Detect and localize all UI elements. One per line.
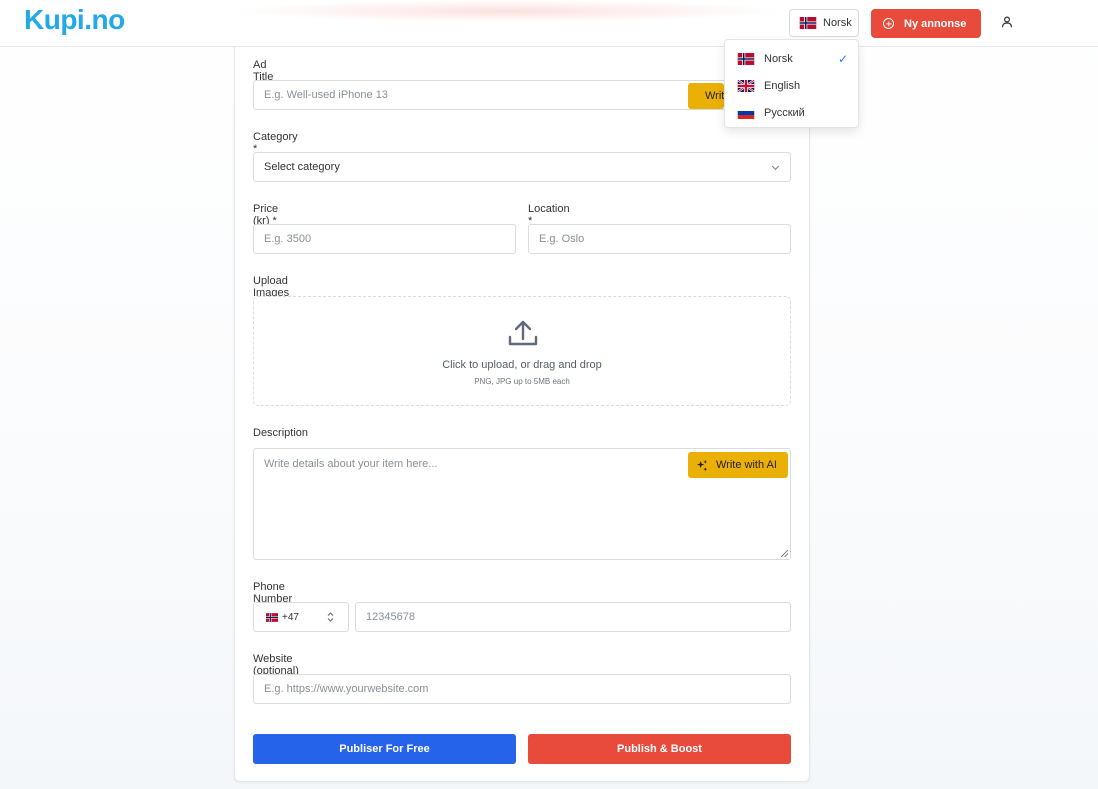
title-write-ai-button[interactable]: Write with AI [688, 83, 724, 109]
new-ad-label: Ny annonse [904, 17, 967, 30]
category-select[interactable]: Select category [253, 152, 791, 182]
description-write-ai-button[interactable]: Write with AI [688, 452, 788, 478]
check-icon: ✓ [838, 51, 849, 66]
up-down-chevron-icon [327, 612, 334, 622]
image-upload-dropzone[interactable]: Click to upload, or drag and drop PNG, J… [253, 296, 791, 406]
language-dropdown-menu: Norsk ✓ English Русский [724, 39, 859, 128]
country-code-value: +47 [282, 611, 299, 623]
website-input[interactable]: E.g. https://www.yourwebsite.com [253, 674, 791, 704]
site-logo[interactable]: Kupi.no [24, 4, 125, 36]
norway-flag-icon [737, 52, 755, 65]
language-option-label: Norsk [764, 52, 793, 65]
uk-flag-icon [737, 79, 755, 92]
description-placeholder: Write details about your item here... [264, 458, 438, 470]
language-option-label: English [764, 79, 801, 92]
description-label: Description [253, 427, 309, 439]
ad-form-card [234, 30, 810, 782]
chevron-down-icon [771, 162, 780, 171]
language-selector-label: Norsk [823, 17, 852, 29]
write-ai-label: Write with AI [705, 90, 724, 102]
language-option-english[interactable]: English [725, 72, 858, 99]
language-selector-button[interactable]: Norsk [789, 9, 859, 37]
upload-subtitle: PNG, JPG up to 5MB each [474, 377, 570, 386]
new-ad-button[interactable]: Ny annonse [871, 9, 981, 38]
language-option-label: Русский [764, 106, 805, 119]
publish-boost-button[interactable]: Publish & Boost [528, 734, 791, 764]
top-header: Kupi.no Norsk Ny annonse [0, 0, 1098, 47]
plus-circle-icon [883, 18, 894, 29]
language-option-russian[interactable]: Русский [725, 99, 858, 126]
upload-icon [508, 320, 538, 346]
category-select-value: Select category [264, 161, 340, 173]
price-input[interactable]: E.g. 3500 [253, 224, 516, 254]
publish-free-button[interactable]: Publiser For Free [253, 734, 516, 764]
write-ai-label: Write with AI [716, 459, 777, 471]
norway-flag-icon [799, 17, 817, 29]
language-option-norsk[interactable]: Norsk ✓ [725, 45, 858, 72]
russia-flag-icon [737, 106, 755, 119]
country-code-select[interactable]: +47 [253, 602, 349, 632]
resize-handle-icon[interactable] [781, 550, 788, 557]
sparkles-icon [697, 459, 708, 471]
location-input[interactable]: E.g. Oslo [528, 224, 791, 254]
header-decoration [228, 0, 788, 22]
upload-title: Click to upload, or drag and drop [442, 359, 602, 371]
norway-flag-icon [266, 612, 278, 622]
user-icon[interactable] [1001, 16, 1013, 28]
phone-input[interactable]: 12345678 [355, 602, 791, 632]
